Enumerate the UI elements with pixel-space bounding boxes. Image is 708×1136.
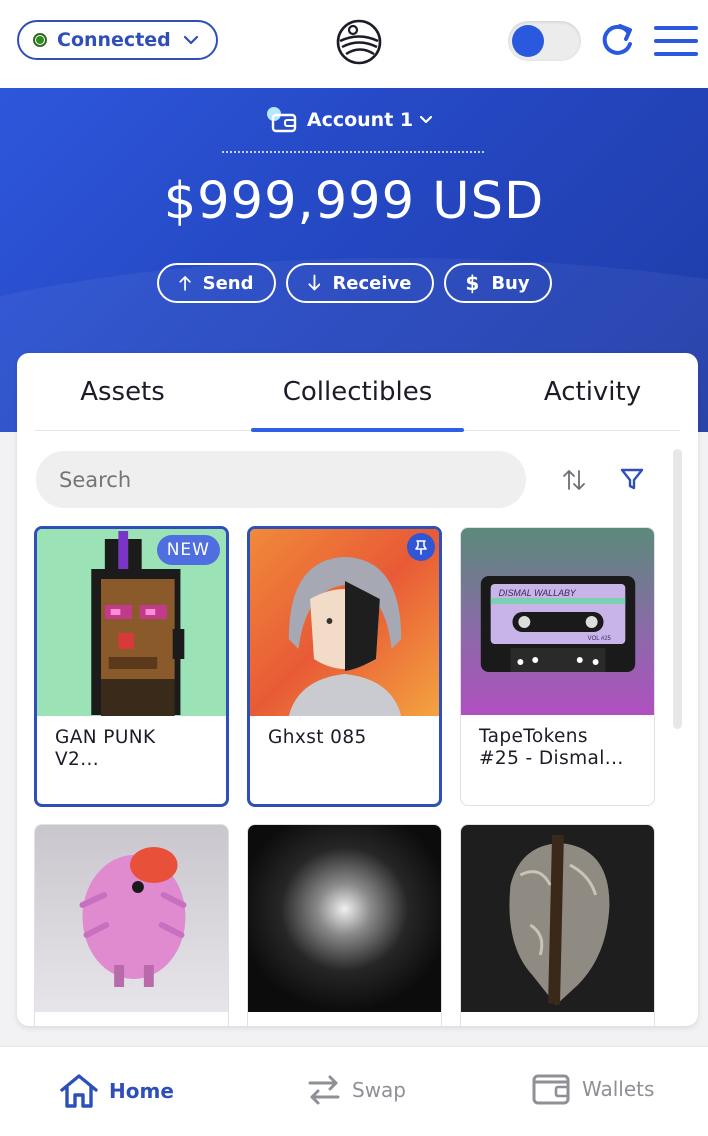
dollar-icon: $ — [465, 271, 480, 295]
scrollbar[interactable] — [673, 449, 682, 729]
nav-home[interactable]: Home — [59, 1073, 174, 1109]
nav-wallets-label: Wallets — [582, 1077, 655, 1101]
nft-card-gan-punk[interactable]: NEW GAN PUNK V2... — [34, 526, 229, 807]
connection-status-button[interactable]: Connected — [17, 20, 218, 60]
account-name: Account 1 — [306, 109, 414, 131]
swirl-logo-icon — [336, 19, 382, 65]
nft-image — [248, 825, 441, 1012]
toggle-knob — [512, 25, 544, 57]
nft-title-line: TapeTokens — [479, 726, 588, 747]
search-input[interactable] — [59, 467, 479, 492]
nav-swap[interactable]: Swap — [306, 1073, 406, 1107]
nav-home-label: Home — [109, 1079, 174, 1103]
chevron-down-icon — [420, 115, 433, 124]
dotted-divider — [222, 151, 484, 153]
balance-amount: $999,999 USD — [163, 172, 545, 231]
nft-title-line: #25 - Dismal... — [479, 748, 624, 769]
send-button[interactable]: Send — [156, 263, 276, 303]
nft-title-line: GAN PUNK — [55, 727, 156, 748]
nft-card-glow[interactable] — [247, 824, 442, 1026]
connected-dot-icon — [33, 33, 47, 47]
nft-card-pink-creature[interactable] — [34, 824, 229, 1026]
nft-card-sculpture[interactable] — [460, 824, 655, 1026]
search-bar — [36, 451, 526, 508]
tab-bar: Assets Collectibles Activity — [35, 353, 680, 432]
chevron-down-icon — [183, 35, 198, 45]
tab-collectibles[interactable]: Collectibles — [251, 353, 464, 431]
nft-image — [461, 825, 654, 1012]
nft-image — [35, 825, 228, 1012]
receive-button[interactable]: Receive — [285, 263, 434, 303]
receive-label: Receive — [332, 272, 412, 294]
arrow-up-icon — [178, 276, 191, 291]
active-tab-indicator — [251, 428, 464, 432]
collectibles-card: Assets Collectibles Activity Search NEW … — [17, 353, 698, 1026]
tab-activity[interactable]: Activity — [505, 353, 680, 431]
arrow-down-icon — [307, 274, 320, 291]
nft-image: DISMAL WALLABY VOL #25 — [461, 528, 654, 715]
nav-swap-label: Swap — [352, 1078, 407, 1102]
refresh-icon[interactable] — [598, 22, 636, 60]
nft-card-tapetokens-25[interactable]: DISMAL WALLABY VOL #25 TapeTokens #25 - … — [460, 527, 655, 806]
tape-volume-text: VOL #25 — [588, 636, 612, 642]
buy-button[interactable]: $ Buy — [443, 263, 552, 303]
home-icon — [60, 1074, 98, 1108]
new-badge: NEW — [156, 535, 220, 565]
bottom-navigation: Home Swap Wallets — [0, 1046, 708, 1136]
sort-icon[interactable] — [561, 468, 587, 492]
nft-title-line: V2... — [55, 749, 100, 770]
top-bar: Connected — [0, 0, 708, 88]
nft-title: Ghxst 085 — [268, 727, 433, 749]
nft-title: TapeTokens #25 - Dismal... — [479, 726, 644, 770]
tab-assets[interactable]: Assets — [35, 353, 210, 431]
wallet-icon — [532, 1074, 570, 1105]
nft-title: GAN PUNK V2... — [55, 727, 220, 771]
account-selector[interactable]: Account 1 — [0, 106, 708, 134]
send-label: Send — [202, 272, 254, 294]
nft-card-ghxst-085[interactable]: Ghxst 085 — [247, 526, 442, 807]
filter-icon[interactable] — [619, 466, 645, 492]
hamburger-menu-icon[interactable] — [654, 24, 698, 58]
action-buttons: Send Receive $ Buy — [0, 263, 708, 303]
wallet-icon — [266, 107, 297, 133]
connection-label: Connected — [57, 29, 171, 51]
theme-toggle[interactable] — [508, 21, 581, 61]
buy-label: Buy — [491, 272, 530, 294]
nft-title-line: Ghxst 085 — [268, 727, 367, 748]
pin-icon — [407, 533, 435, 561]
tape-label-text: DISMAL WALLABY — [499, 588, 577, 598]
nav-wallets[interactable]: Wallets — [532, 1073, 654, 1105]
swap-icon — [308, 1075, 340, 1105]
